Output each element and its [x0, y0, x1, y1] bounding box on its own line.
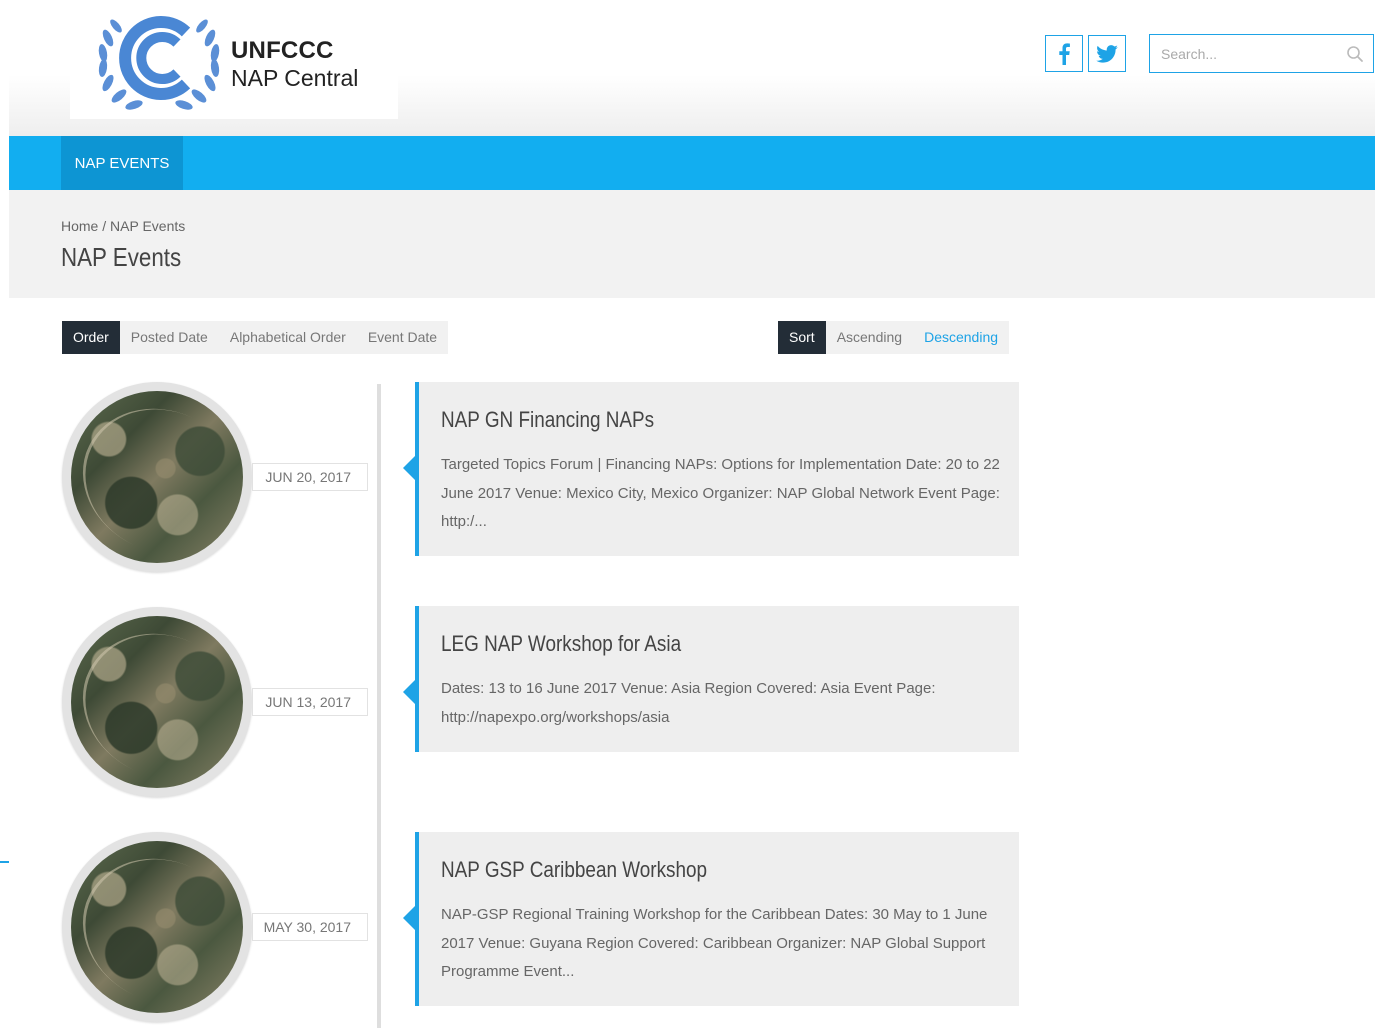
- event-title[interactable]: LEG NAP Workshop for Asia: [441, 631, 681, 657]
- main-nav: NAP EVENTS: [9, 136, 1375, 190]
- search-box: [1149, 34, 1374, 73]
- event-excerpt: NAP-GSP Regional Training Workshop for t…: [441, 906, 988, 980]
- site-logo[interactable]: UNFCCC NAP Central: [70, 0, 398, 119]
- unfccc-emblem-icon: [98, 16, 220, 110]
- order-posted-date-button[interactable]: Posted Date: [119, 321, 219, 354]
- breadcrumb-current-link[interactable]: NAP Events: [110, 218, 185, 234]
- event-card[interactable]: NAP GN Financing NAPs Targeted Topics Fo…: [403, 382, 1019, 556]
- event-aerial-photo: [71, 391, 243, 563]
- sort-controls: Sort Ascending Descending: [778, 321, 1010, 354]
- breadcrumb-separator: /: [98, 218, 111, 234]
- order-alphabetical-button[interactable]: Alphabetical Order: [218, 321, 357, 354]
- site-header: UNFCCC NAP Central: [9, 0, 1375, 136]
- event-date-badge: JUN 13, 2017: [252, 688, 368, 716]
- timeline-line: [377, 384, 381, 1028]
- nav-item-nap-events[interactable]: NAP EVENTS: [61, 136, 183, 190]
- search-input[interactable]: [1150, 35, 1340, 72]
- event-date-badge: JUN 20, 2017: [252, 463, 368, 491]
- search-icon[interactable]: [1346, 45, 1364, 63]
- event-date-badge: MAY 30, 2017: [252, 913, 368, 941]
- event-thumbnail[interactable]: [62, 607, 252, 797]
- sort-ascending-button[interactable]: Ascending: [825, 321, 914, 354]
- twitter-button[interactable]: [1088, 35, 1126, 72]
- facebook-button[interactable]: [1045, 35, 1083, 72]
- event-card[interactable]: LEG NAP Workshop for Asia Dates: 13 to 1…: [403, 606, 1019, 752]
- order-event-date-button[interactable]: Event Date: [356, 321, 449, 354]
- breadcrumb-home-link[interactable]: Home: [61, 218, 98, 234]
- page-header-band: Home / NAP Events NAP Events: [9, 190, 1375, 298]
- event-excerpt: Targeted Topics Forum | Financing NAPs: …: [441, 456, 1000, 530]
- page-title: NAP Events: [61, 242, 182, 272]
- sort-descending-button[interactable]: Descending: [913, 321, 1010, 354]
- sort-label: Sort: [778, 321, 826, 354]
- event-title[interactable]: NAP GN Financing NAPs: [441, 407, 654, 433]
- order-controls: Order Posted Date Alphabetical Order Eve…: [62, 321, 449, 354]
- twitter-icon: [1096, 44, 1118, 63]
- logo-title: UNFCCC: [231, 37, 334, 64]
- event-card[interactable]: NAP GSP Caribbean Workshop NAP-GSP Regio…: [403, 832, 1019, 1006]
- logo-subtitle: NAP Central: [231, 65, 359, 91]
- page: UNFCCC NAP Central NAP EVENTS Home /: [0, 0, 1375, 1028]
- event-title[interactable]: NAP GSP Caribbean Workshop: [441, 857, 707, 883]
- event-aerial-photo: [71, 841, 243, 1013]
- event-aerial-photo: [71, 616, 243, 788]
- event-thumbnail[interactable]: [62, 832, 252, 1022]
- order-label: Order: [62, 321, 120, 354]
- event-excerpt: Dates: 13 to 16 June 2017 Venue: Asia Re…: [441, 680, 936, 726]
- scroll-edge-marker: [0, 861, 9, 863]
- event-thumbnail[interactable]: [62, 382, 252, 572]
- facebook-icon: [1059, 42, 1070, 65]
- breadcrumb: Home / NAP Events: [61, 218, 185, 234]
